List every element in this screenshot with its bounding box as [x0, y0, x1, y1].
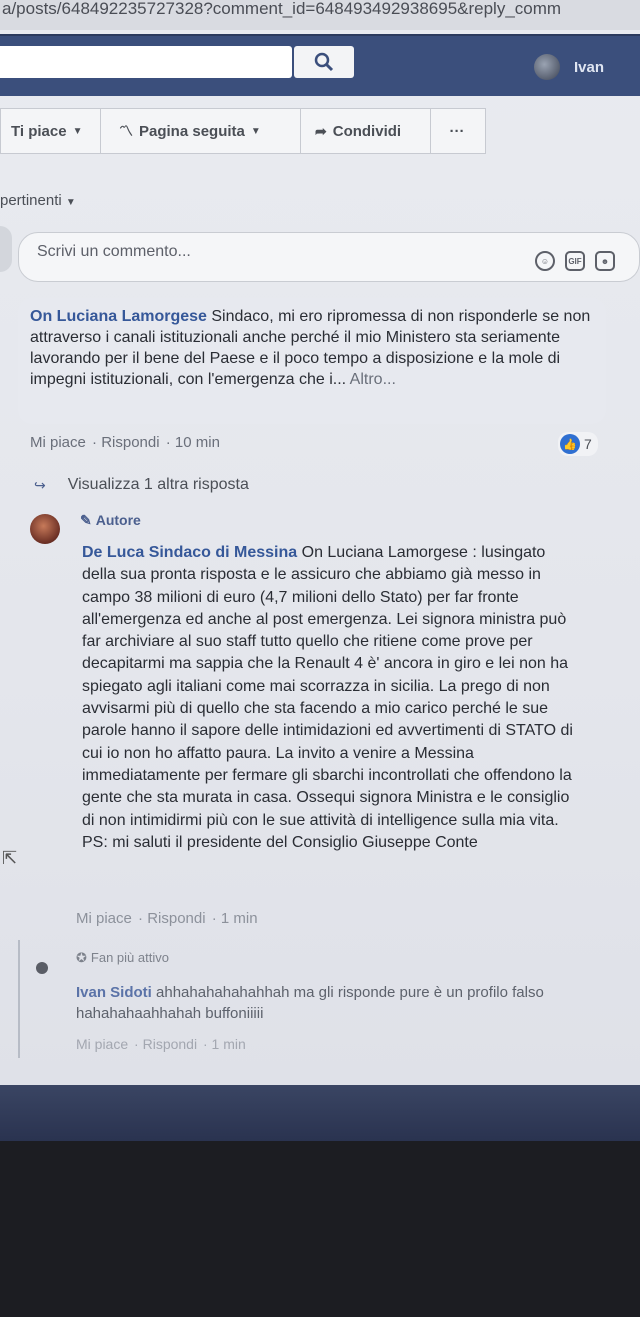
view-more-replies[interactable]: ↪ Visualizza 1 altra risposta	[34, 476, 249, 494]
comment-bubble: On Luciana Lamorgese Sindaco, mi ero rip…	[18, 298, 606, 424]
nested-time[interactable]: 1 min	[212, 1036, 246, 1052]
reply-text: On Luciana Lamorgese : lusingato della s…	[82, 544, 573, 851]
nested-reply-link[interactable]: Rispondi	[143, 1036, 197, 1052]
avatar[interactable]	[30, 514, 60, 544]
view-more-label: Visualizza 1 altra risposta	[67, 476, 249, 493]
nested-reply-actions: Mi piace · Rispondi · 1 min	[76, 1036, 246, 1052]
emoji-icon[interactable]: ☺	[535, 251, 555, 271]
taskbar	[0, 1085, 640, 1141]
rss-icon: 〽	[119, 123, 133, 139]
like-page-button[interactable]: Ti piace ▼	[1, 109, 101, 153]
top-fan-badge: ✪ Fan più attivo	[76, 950, 169, 966]
cursor-icon: ⇱	[2, 848, 18, 868]
composer-tools: ☺ GIF ☻	[535, 251, 615, 271]
search-input[interactable]	[0, 46, 292, 78]
comment-like-link[interactable]: Mi piace	[30, 434, 86, 451]
author-badge-label: Autore	[95, 512, 141, 528]
gif-icon[interactable]: GIF	[565, 251, 585, 271]
author-badge: ✎ Autore	[80, 512, 141, 529]
chevron-down-icon: ▼	[250, 125, 261, 137]
url-text: a/posts/648492235727328?comment_id=64849…	[2, 0, 562, 18]
reaction-count[interactable]: 👍 7	[558, 432, 598, 456]
sticker-icon[interactable]: ☻	[595, 251, 615, 271]
more-icon: ···	[449, 122, 465, 140]
url-bar[interactable]: a/posts/648492235727328?comment_id=64849…	[0, 0, 640, 30]
avatar	[534, 54, 560, 80]
browser-screen: a/posts/648492235727328?comment_id=64849…	[0, 0, 640, 1085]
more-options-button[interactable]: ···	[431, 109, 483, 153]
pencil-icon: ✎	[80, 512, 92, 528]
reply-reply-link[interactable]: Rispondi	[147, 910, 205, 927]
reply-body: De Luca Sindaco di Messina On Luciana La…	[82, 542, 582, 854]
reply-like-link[interactable]: Mi piace	[76, 910, 132, 927]
share-label: Condividi	[332, 122, 402, 140]
chevron-down-icon: ▼	[72, 125, 83, 137]
top-fan-label: Fan più attivo	[90, 950, 169, 965]
thumbs-up-icon: 👍	[560, 434, 580, 454]
avatar	[0, 226, 12, 272]
like-count: 7	[584, 436, 592, 452]
reply-author[interactable]: De Luca Sindaco di Messina	[82, 544, 297, 561]
share-icon: ➦	[315, 122, 327, 139]
comment-input[interactable]: Scrivi un commento... ☺ GIF ☻	[18, 232, 640, 282]
see-more-link[interactable]: Altro...	[350, 371, 396, 388]
filter-label: pertinenti	[0, 192, 62, 209]
nested-reply-author[interactable]: Ivan Sidoti	[76, 984, 152, 1001]
follow-page-label: Pagina seguita	[139, 122, 245, 140]
avatar[interactable]	[36, 962, 48, 974]
comment-time[interactable]: 10 min	[175, 434, 220, 451]
like-page-label: Ti piace	[11, 122, 67, 140]
comment-placeholder: Scrivi un commento...	[37, 243, 191, 260]
profile-link[interactable]: Ivan	[534, 54, 604, 80]
badge-icon: ✪	[76, 950, 87, 965]
search-icon	[314, 52, 334, 72]
comment-reply-link[interactable]: Rispondi	[101, 434, 159, 451]
share-button[interactable]: ➦ Condividi	[301, 109, 431, 153]
comment-filter[interactable]: pertinenti ▼	[0, 192, 76, 209]
comment-author[interactable]: On Luciana Lamorgese	[30, 308, 207, 325]
facebook-top-bar: Ivan	[0, 34, 640, 96]
nested-like-link[interactable]: Mi piace	[76, 1036, 128, 1052]
reply-actions: Mi piace · Rispondi · 1 min	[76, 910, 258, 927]
follow-page-button[interactable]: 〽 Pagina seguita ▼	[101, 109, 301, 153]
reply-arrow-icon: ↪	[34, 476, 46, 493]
reply-time[interactable]: 1 min	[221, 910, 258, 927]
search-button[interactable]	[294, 46, 354, 78]
nested-reply-body: Ivan Sidoti ahhahahahahahhah ma gli risp…	[76, 982, 556, 1024]
page-action-bar: Ti piace ▼ 〽 Pagina seguita ▼ ➦ Condivid…	[0, 108, 486, 154]
user-name: Ivan	[574, 58, 605, 76]
comment-actions: Mi piace · Rispondi · 10 min	[30, 434, 220, 451]
thread-line	[18, 940, 20, 1058]
chevron-down-icon: ▼	[65, 197, 76, 208]
